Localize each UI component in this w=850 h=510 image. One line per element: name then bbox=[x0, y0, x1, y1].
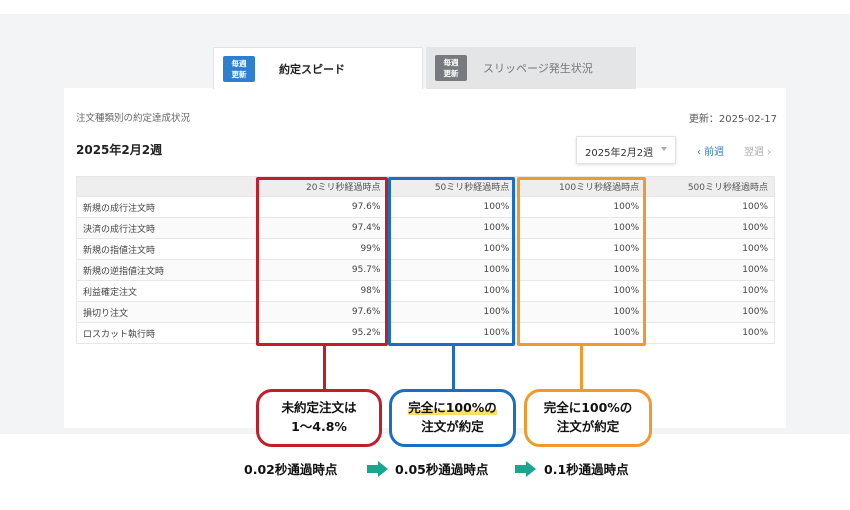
timing-label: 0.02秒通過時点 bbox=[244, 462, 338, 477]
order-type-cell: 損切り注文 bbox=[76, 301, 257, 323]
page-title: 2025年2月2週 bbox=[76, 143, 163, 157]
tab-execution-speed[interactable]: 毎週 更新 約定スピード bbox=[213, 47, 423, 89]
callout-line: 1〜4.8% bbox=[291, 419, 347, 434]
highlight-20ms-column bbox=[256, 177, 388, 346]
rate-cell: 100% bbox=[645, 217, 775, 239]
arrow-right-icon bbox=[367, 461, 389, 477]
chevron-down-icon bbox=[661, 147, 667, 151]
column-header: 500ミリ秒経過時点 bbox=[645, 176, 775, 197]
timing-label: 0.05秒通過時点 bbox=[395, 462, 489, 477]
updated-date: 更新：2025-02-17 bbox=[688, 114, 777, 125]
tab-slippage[interactable]: 毎週 更新 スリッページ発生状況 bbox=[426, 47, 636, 89]
connector-line bbox=[580, 346, 583, 389]
weekly-update-badge: 毎週 更新 bbox=[435, 55, 467, 81]
callout-line: 注文が約定 bbox=[421, 419, 484, 434]
rate-cell: 100% bbox=[645, 301, 775, 323]
callout-fully-filled-50ms: 完全に100%の 注文が約定 bbox=[389, 389, 516, 447]
order-type-cell: ロスカット執行時 bbox=[76, 322, 257, 344]
tab-label: スリッページ発生状況 bbox=[483, 62, 593, 75]
section-subtitle: 注文種類別の約定達成状況 bbox=[76, 113, 191, 124]
week-select-value: 2025年2月2週 bbox=[585, 148, 654, 159]
next-week-link[interactable]: 翌週 › bbox=[744, 143, 771, 158]
tab-label: 約定スピード bbox=[279, 62, 345, 76]
badge-line2: 更新 bbox=[443, 69, 459, 78]
highlight-50ms-column bbox=[388, 177, 515, 346]
callout-line: 未約定注文は bbox=[281, 400, 357, 415]
column-header bbox=[76, 176, 257, 197]
badge-line2: 更新 bbox=[231, 69, 247, 79]
prev-week-link[interactable]: ‹ 前週 bbox=[697, 143, 724, 158]
callout-line: 完全に100%の bbox=[408, 400, 497, 415]
timing-label: 0.1秒通過時点 bbox=[544, 462, 629, 477]
order-type-cell: 新規の成行注文時 bbox=[76, 196, 257, 218]
connector-line bbox=[452, 346, 455, 389]
connector-line bbox=[323, 346, 326, 389]
order-type-cell: 利益確定注文 bbox=[76, 280, 257, 302]
badge-line1: 毎週 bbox=[443, 58, 459, 67]
week-select[interactable]: 2025年2月2週 bbox=[576, 136, 676, 164]
badge-line1: 毎週 bbox=[231, 58, 247, 68]
callout-line: 完全に100%の bbox=[543, 400, 633, 415]
rate-cell: 100% bbox=[645, 259, 775, 281]
callout-fully-filled-100ms: 完全に100%の 注文が約定 bbox=[524, 389, 652, 447]
order-type-cell: 新規の逆指値注文時 bbox=[76, 259, 257, 281]
order-type-cell: 新規の指値注文時 bbox=[76, 238, 257, 260]
rate-cell: 100% bbox=[645, 280, 775, 302]
rate-cell: 100% bbox=[645, 238, 775, 260]
order-type-cell: 決済の成行注文時 bbox=[76, 217, 257, 239]
callout-unfilled: 未約定注文は 1〜4.8% bbox=[256, 389, 382, 447]
weekly-update-badge: 毎週 更新 bbox=[223, 55, 255, 82]
arrow-right-icon bbox=[515, 461, 537, 477]
callout-line: 注文が約定 bbox=[556, 419, 620, 434]
rate-cell: 100% bbox=[645, 322, 775, 344]
rate-cell: 100% bbox=[645, 196, 775, 218]
highlight-100ms-column bbox=[517, 177, 646, 346]
